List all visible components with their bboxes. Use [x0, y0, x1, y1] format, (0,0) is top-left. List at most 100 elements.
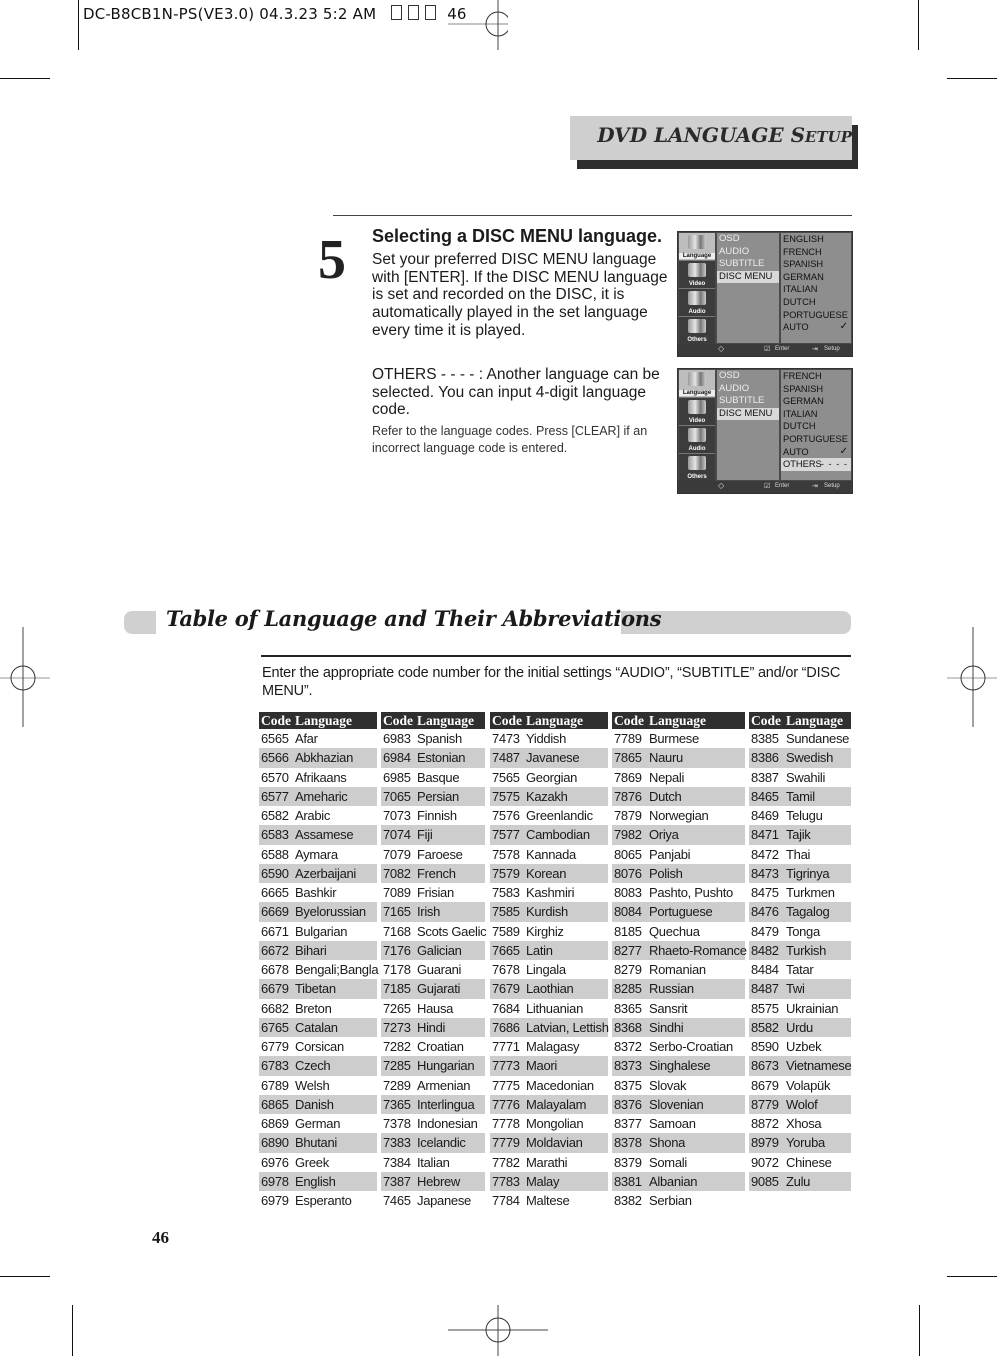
table-row: 8582 Urdu — [749, 1017, 851, 1037]
language-name: Byelorussian — [295, 904, 366, 920]
osd-option: AUTO ✓ — [781, 321, 851, 334]
table-row: 7089 Frisian — [381, 883, 485, 902]
language-name: Lithuanian — [526, 1000, 583, 1016]
table-row: 8376 Slovenian — [612, 1094, 745, 1114]
language-name: Panjabi — [649, 846, 691, 862]
table-header: Code Language — [490, 712, 608, 729]
navigate-arrows-icon: ◇ — [718, 344, 725, 353]
language-name: Georgian — [526, 769, 578, 785]
table-row: 6669 Byelorussian — [259, 902, 377, 922]
osd-footer-setup: Setup — [824, 483, 840, 489]
table-row: 8482 Turkish — [749, 940, 851, 960]
language-name: Tonga — [786, 923, 820, 939]
table-row: 6985 Basque — [381, 768, 485, 787]
language-name: Kashmiri — [526, 885, 575, 900]
crop-mark — [947, 1276, 997, 1277]
table-row: 6789 Welsh — [259, 1076, 377, 1095]
language-code: 6588 — [261, 846, 289, 862]
language-name: Corsican — [295, 1039, 344, 1054]
osd-option-label: OTHERS — [783, 459, 822, 470]
table-row: 7387 Hebrew — [381, 1171, 485, 1191]
table-row: 7384 Italian — [381, 1153, 485, 1172]
divider — [333, 215, 852, 216]
osd-footer-enter: Enter — [775, 483, 790, 489]
language-name: Finnish — [417, 808, 457, 823]
crop-mark — [919, 1305, 920, 1356]
language-name: Abkhazian — [295, 750, 354, 766]
language-name: Macedonian — [526, 1077, 594, 1093]
language-name: Kirghiz — [526, 923, 564, 939]
others-description: OTHERS - - - - : Another language can be… — [372, 366, 660, 419]
language-code: 6678 — [261, 962, 289, 977]
language-code: 9085 — [751, 1173, 779, 1189]
table-row: 8872 Xhosa — [749, 1114, 851, 1133]
osd-tab-audio: Audio — [679, 289, 715, 317]
video-icon — [688, 400, 706, 414]
print-slug: DC-B8CB1N-PS(VE3.0) 04.3.23 5:2 AM 46 — [83, 5, 467, 23]
osd-tab-label: Others — [687, 337, 707, 343]
language-code: 8378 — [614, 1135, 642, 1151]
language-code: 8575 — [751, 1000, 779, 1016]
language-code: 7776 — [492, 1096, 520, 1112]
language-name: Thai — [786, 846, 811, 862]
osd-tab-label: Video — [688, 418, 706, 424]
language-code: 7365 — [383, 1096, 411, 1112]
language-name: Bashkir — [295, 885, 337, 900]
table-row: 7273 Hindi — [381, 1017, 485, 1037]
language-code: 7185 — [383, 981, 411, 997]
table-row: 7065 Persian — [381, 786, 485, 806]
language-code: 8475 — [751, 885, 779, 900]
table-row: 7079 Faroese — [381, 845, 485, 864]
language-name: Esperanto — [295, 1193, 352, 1208]
language-code: 7789 — [614, 731, 642, 746]
language-code: 8377 — [614, 1116, 642, 1131]
language-name: Fiji — [417, 827, 433, 843]
language-name: Tajik — [786, 827, 811, 843]
table-row: 6570 Afrikaans — [259, 768, 377, 787]
language-code: 8379 — [614, 1154, 642, 1170]
osd-tab-others: Others — [679, 317, 715, 345]
language-code: 6779 — [261, 1039, 289, 1054]
osd-option-list: FRENCH SPANISH GERMAN ITALIAN DUTCH PORT… — [781, 370, 851, 480]
language-code: 6984 — [383, 750, 411, 766]
language-code: 7168 — [383, 923, 411, 939]
osd-option-label: PORTUGUESE — [783, 433, 848, 444]
table-row: 7289 Armenian — [381, 1076, 485, 1095]
language-name: Zulu — [786, 1173, 811, 1189]
step-note: Refer to the language codes. Press [CLEA… — [372, 424, 648, 455]
table-row: 6983 Spanish — [381, 729, 485, 748]
table-row: 7575 Kazakh — [490, 786, 608, 806]
language-name: Welsh — [295, 1077, 330, 1093]
osd-option: FRENCH — [781, 246, 851, 259]
language-code: 9072 — [751, 1154, 779, 1170]
language-code: 6765 — [261, 1019, 289, 1035]
language-code: 8465 — [751, 788, 779, 804]
language-name: Frisian — [417, 885, 454, 900]
table-row: 8372 Serbo-Croatian — [612, 1037, 745, 1056]
header-language: Language — [786, 713, 844, 728]
osd-menu-screenshot: Language Video Audio Others OSD AUDIO SU… — [677, 368, 853, 494]
language-name: Hebrew — [417, 1173, 460, 1189]
table-row: 7577 Cambodian — [490, 825, 608, 845]
language-name: Irish — [417, 904, 441, 920]
language-name: Danish — [295, 1096, 334, 1112]
language-name: Quechua — [649, 923, 700, 939]
language-code: 8590 — [751, 1039, 779, 1054]
language-name: Ameharic — [295, 788, 348, 804]
osd-tab-label: Others — [687, 474, 707, 480]
language-name: Latin — [526, 942, 553, 958]
language-code: 8375 — [614, 1077, 642, 1093]
header-language: Language — [417, 713, 475, 728]
osd-tab-language: Language — [679, 370, 715, 398]
language-code: 8083 — [614, 885, 642, 900]
registration-mark-icon — [448, 1305, 548, 1356]
page-number: 46 — [152, 1228, 169, 1247]
language-name: Tamil — [786, 788, 815, 804]
language-name: Malagasy — [526, 1039, 580, 1054]
osd-option: DUTCH — [781, 296, 851, 309]
table-row: 8065 Panjabi — [612, 845, 745, 864]
language-name: Serbo-Croatian — [649, 1039, 733, 1054]
language-name: Tagalog — [786, 904, 830, 920]
language-code: 7273 — [383, 1019, 411, 1035]
table-row: 6582 Arabic — [259, 806, 377, 825]
